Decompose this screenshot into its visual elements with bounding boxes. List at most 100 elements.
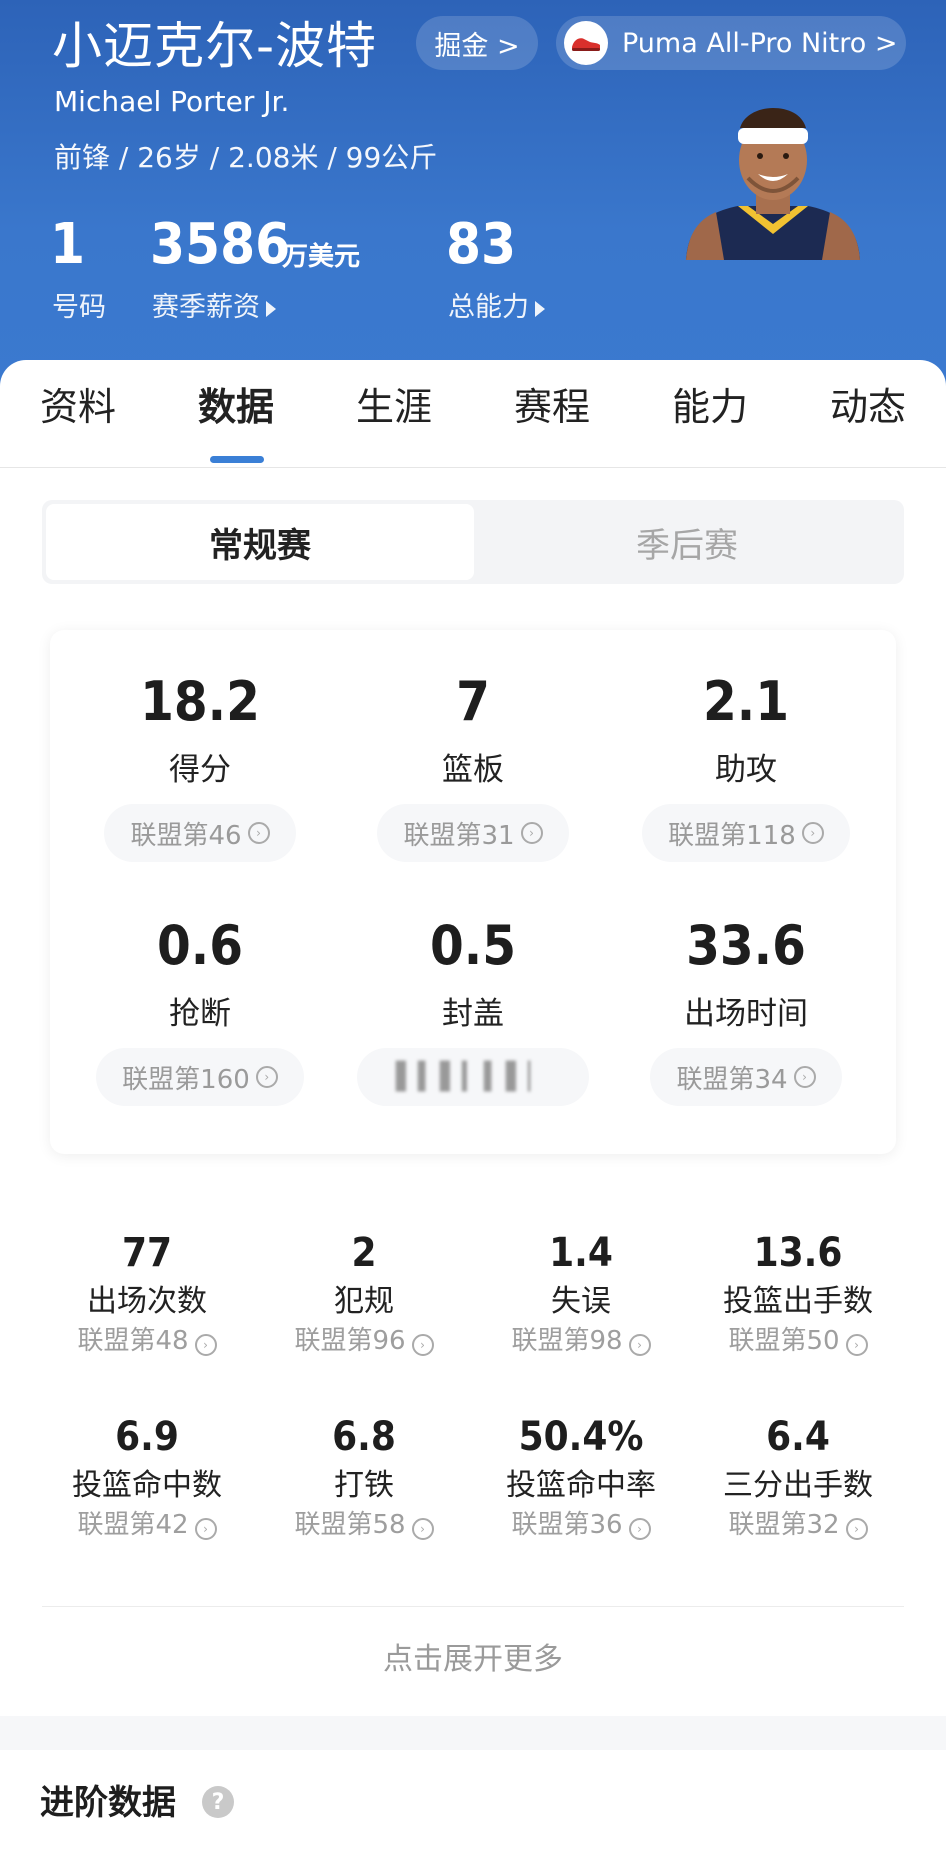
rank-link[interactable]: 联盟第42 › [37,1508,257,1542]
stat-turnovers: 1.4 失误 联盟第98 › [471,1228,691,1358]
stat-label: 打铁 [334,1468,394,1503]
rank-link[interactable]: 联盟第48 › [37,1324,257,1358]
stat-games-played: 77 出场次数 联盟第48 › [37,1228,257,1358]
stat-fga: 13.6 投篮出手数 联盟第50 › [688,1228,908,1358]
stat-label: 出场次数 [87,1284,207,1319]
rank-link[interactable]: 联盟第36 › [471,1508,691,1542]
jersey-number: 1 [50,212,86,277]
rank-text: 联盟第160 [122,1064,250,1095]
season-type-switch: 常规赛 季后赛 [42,500,904,584]
stat-label: 投篮命中数 [72,1468,222,1503]
stat-value: 7 [456,670,490,733]
rank-link[interactable]: 联盟第58 › [254,1508,474,1542]
stat-misses: 6.8 打铁 联盟第58 › [254,1412,474,1542]
shoe-label: Puma All-Pro Nitro > [622,27,898,59]
rating-link[interactable]: 总能力 [448,290,545,326]
tab-profile[interactable]: 资料 [40,382,116,432]
salary-unit: 万美元 [282,242,361,272]
rank-link[interactable]: 联盟第32 › [688,1508,908,1542]
rank-text: 联盟第36 [511,1510,623,1540]
caret-right-icon [535,300,545,317]
rank-text: 联盟第98 [511,1326,623,1356]
stat-label: 失误 [551,1284,611,1319]
team-button[interactable]: 掘金 > [416,16,538,70]
info-icon: › [411,1518,434,1540]
stat-minutes: 33.6 出场时间 联盟第34 › [611,912,881,1106]
rank-text: 联盟第96 [294,1326,406,1356]
rank-pill[interactable]: 联盟第34 › [650,1048,842,1106]
info-icon: › [247,822,270,844]
stat-value: 6.8 [332,1414,396,1460]
stat-value: 33.6 [686,914,806,977]
stat-value: 77 [121,1230,173,1276]
main-stats-card: 18.2 得分 联盟第46 › 7 篮板 联盟第31 › 2.1 助攻 联盟第118… [50,630,896,1154]
stat-label: 抢断 [169,996,231,1032]
divider [42,1606,904,1607]
stat-fg-pct: 50.4% 投篮命中率 联盟第36 › [471,1412,691,1542]
tab-data[interactable]: 数据 [198,382,274,432]
info-icon: › [411,1334,434,1356]
rank-pill[interactable]: 联盟第31 › [377,804,569,862]
active-tab-indicator [210,456,264,463]
tab-career[interactable]: 生涯 [356,382,432,432]
rank-link[interactable]: 联盟第50 › [688,1324,908,1358]
stat-label: 犯规 [334,1284,394,1319]
player-bio: 前锋 / 26岁 / 2.08米 / 99公斤 [54,141,438,174]
player-avatar [678,108,868,260]
stat-label: 三分出手数 [723,1468,873,1503]
rank-text: 联盟第50 [728,1326,840,1356]
help-icon[interactable]: ? [202,1786,234,1818]
tab-news[interactable]: 动态 [830,382,906,432]
rank-text: 联盟第118 [668,820,796,851]
stat-blocks: 0.5 封盖 ▌▍▌▎▍▌▏ [338,912,608,1106]
tab-schedule[interactable]: 赛程 [514,382,590,432]
rank-text: 联盟第31 [403,820,515,851]
stat-value: 18.2 [140,670,260,733]
player-header: 小迈克尔-波特 掘金 > Puma All-Pro Nitro > Michae… [0,0,946,420]
salary-label: 赛季薪资 [152,292,260,323]
rank-link[interactable]: 联盟第96 › [254,1324,474,1358]
segment-playoffs[interactable]: 季后赛 [474,504,900,580]
stat-value: 13.6 [753,1230,843,1276]
stat-label: 得分 [169,752,231,788]
stat-rebounds: 7 篮板 联盟第31 › [338,668,608,862]
rank-pill[interactable]: 联盟第46 › [104,804,296,862]
info-icon: › [845,1518,868,1540]
info-icon: › [194,1518,217,1540]
rating-label: 总能力 [448,292,529,323]
info-icon: › [628,1334,651,1356]
rank-text: 联盟第58 [294,1510,406,1540]
stat-value: 50.4% [518,1414,644,1460]
caret-right-icon [266,300,276,317]
stat-value: 2 [351,1230,377,1276]
salary-link[interactable]: 赛季薪资 [152,290,276,326]
shoe-button[interactable]: Puma All-Pro Nitro > [556,16,906,70]
stat-fgm: 6.9 投篮命中数 联盟第42 › [37,1412,257,1542]
rank-text: 联盟第32 [728,1510,840,1540]
stat-fouls: 2 犯规 联盟第96 › [254,1228,474,1358]
rating-value: 83 [446,212,517,277]
rank-pill-obscured[interactable]: ▌▍▌▎▍▌▏ [357,1048,589,1106]
rank-text: 联盟第34 [676,1064,788,1095]
stat-label: 投篮出手数 [723,1284,873,1319]
stat-value: 0.6 [156,914,244,977]
rank-link[interactable]: 联盟第98 › [471,1324,691,1358]
rank-pill[interactable]: 联盟第118 › [642,804,850,862]
stat-steals: 0.6 抢断 联盟第160 › [65,912,335,1106]
section-gap [0,1716,946,1750]
info-icon: › [793,1066,816,1088]
info-icon: › [255,1066,278,1088]
info-icon: › [194,1334,217,1356]
stat-value: 6.9 [115,1414,179,1460]
segment-regular-season[interactable]: 常规赛 [46,504,474,580]
advanced-stats-title: 进阶数据 [40,1783,176,1823]
rank-text: 联盟第48 [77,1326,189,1356]
expand-more-button[interactable]: 点击展开更多 [0,1640,946,1680]
tab-bar: 资料 数据 生涯 赛程 能力 动态 [0,360,946,468]
rank-text: 联盟第42 [77,1510,189,1540]
tab-ability[interactable]: 能力 [672,382,748,432]
rank-pill[interactable]: 联盟第160 › [96,1048,304,1106]
rank-text: 联盟第46 [130,820,242,851]
salary-value: 3586 [150,212,291,277]
stat-label: 出场时间 [684,996,808,1032]
